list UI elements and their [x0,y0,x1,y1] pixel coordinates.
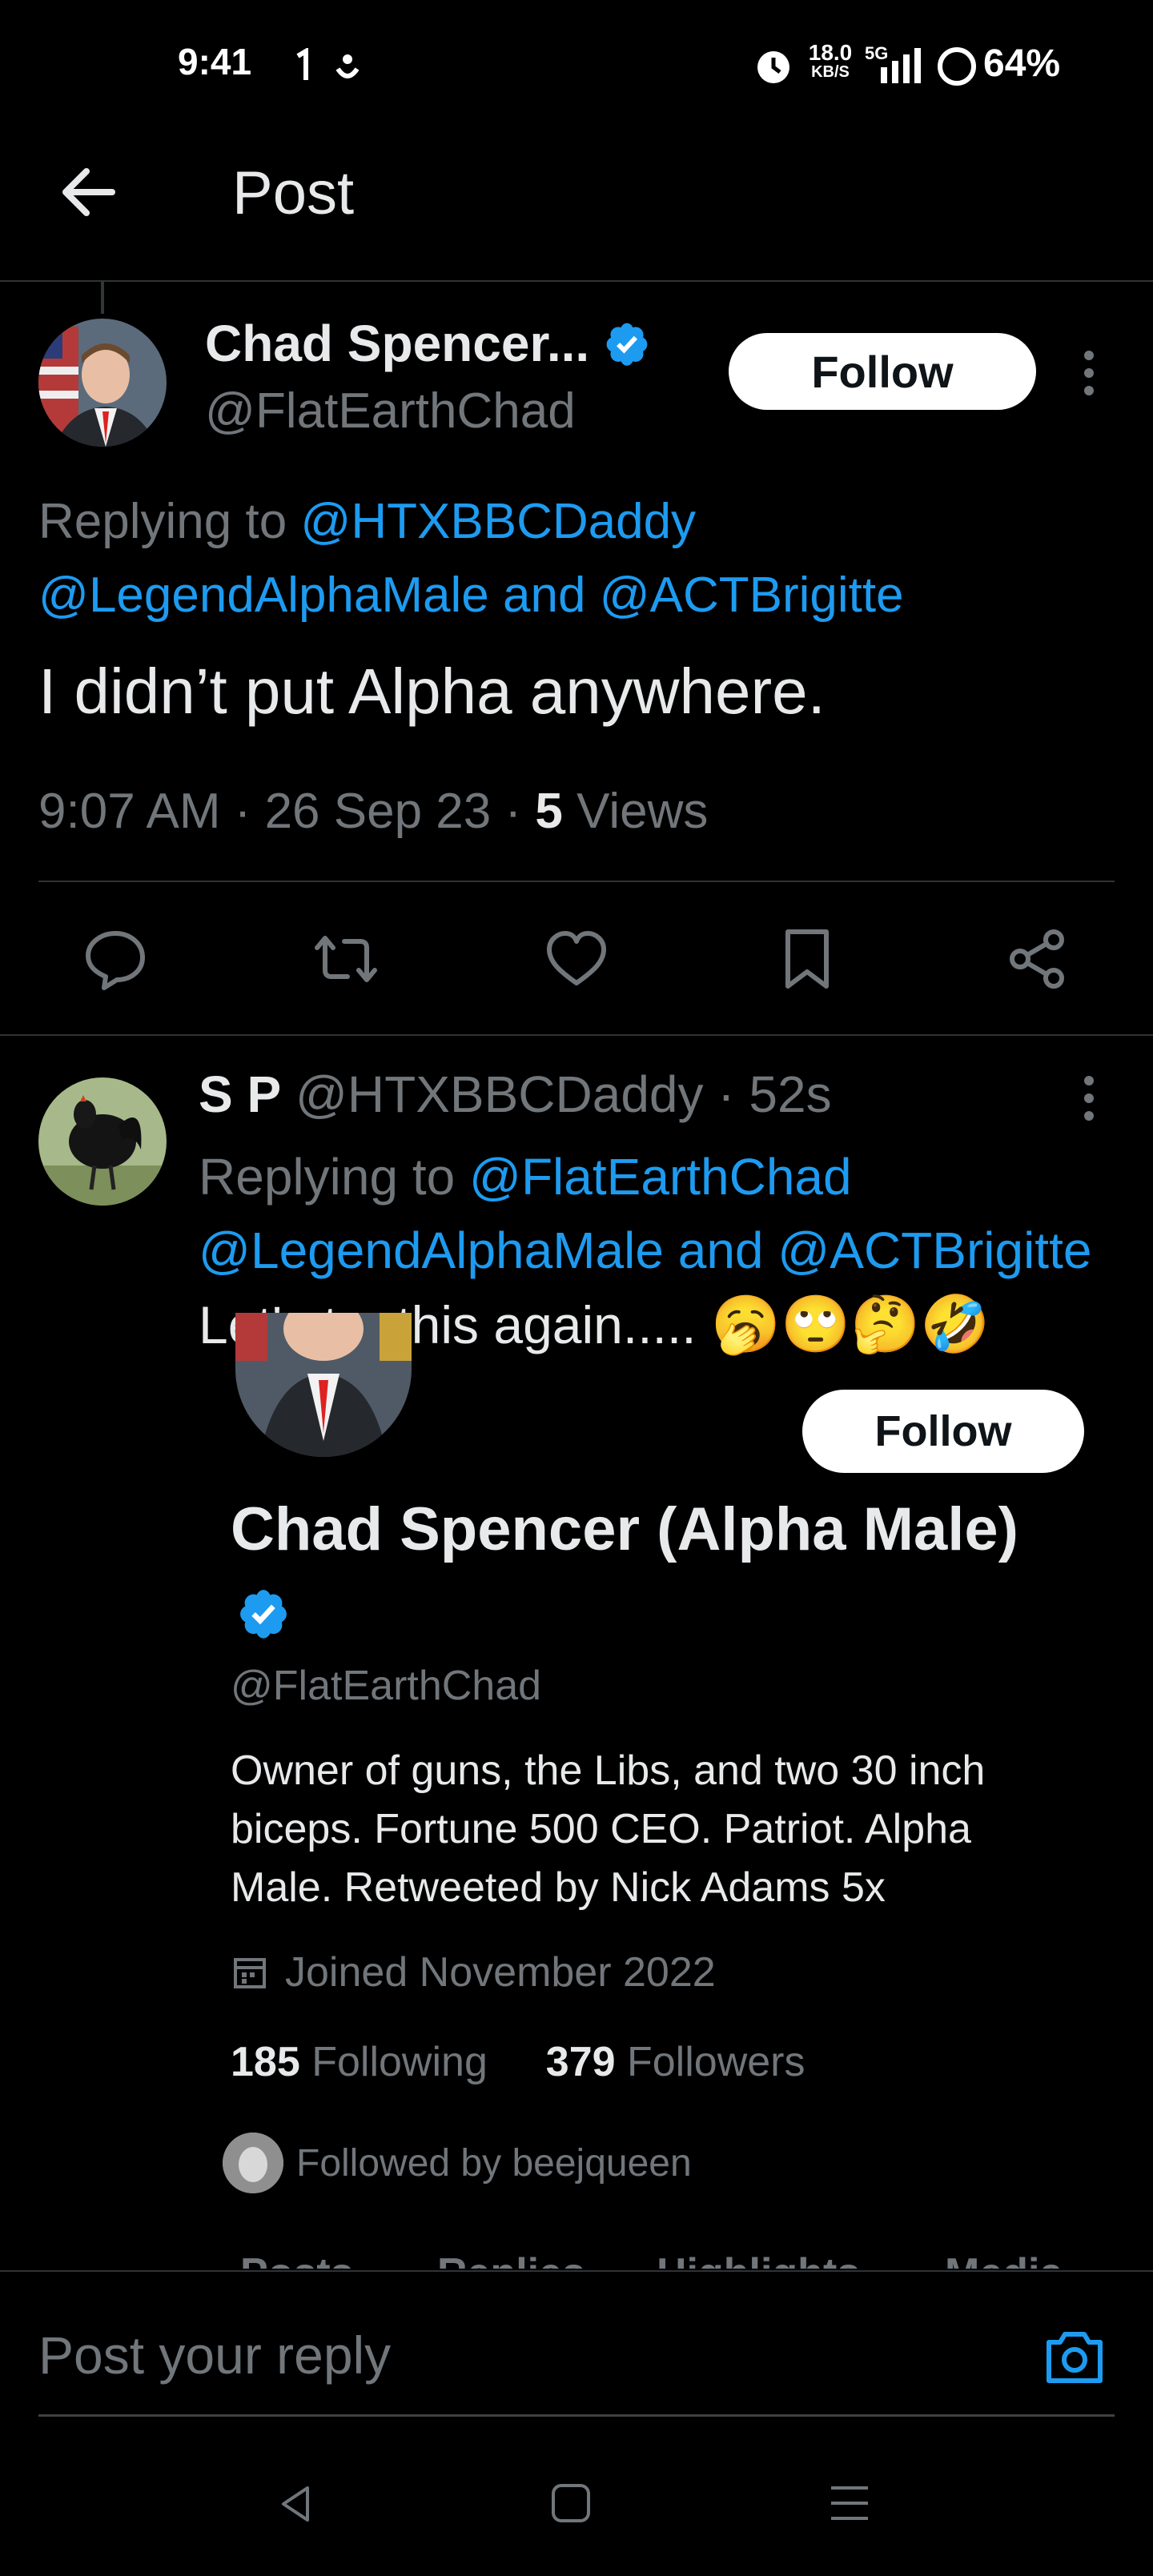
embedded-tabs: Posts Replies Highlights Media [0,2241,1153,2269]
embedded-profile-name: Chad Spencer (Alpha Male) [231,1489,1031,1652]
reply-input[interactable]: Post your reply [38,2325,391,2385]
replying-prefix: Replying to [199,1148,469,1206]
back-arrow-icon[interactable] [56,160,120,224]
mention-link[interactable]: @HTXBBCDaddy [300,494,696,549]
avatar[interactable] [38,1077,167,1206]
embedded-followed-by: Followed by beejqueen [223,2133,692,2193]
share-icon[interactable] [1006,927,1070,991]
embedded-tab: Replies [437,2249,585,2269]
header-divider [0,280,1153,282]
author-name[interactable]: Chad Spencer... [205,314,650,373]
battery-icon [938,47,976,86]
avatar[interactable] [38,319,167,447]
alarm-icon [757,51,789,83]
replying-and: and [663,1222,778,1279]
mention-link[interactable]: @FlatEarthChad [469,1148,852,1206]
thread-line [101,282,104,314]
status-time: 9:41 [178,41,252,82]
reply-icon[interactable] [83,927,147,991]
following-label: Following [299,2039,488,2085]
followed-by-text: Followed by beejqueen [296,2141,692,2185]
mention-link[interactable]: @LegendAlphaMale [38,568,489,623]
mention-link[interactable]: @ACTBrigitte [777,1222,1091,1279]
signal-icon [881,48,921,83]
divider [38,881,1115,882]
replying-and: and [488,568,600,623]
reply-input-underline [38,2414,1115,2417]
views-count: 5 [535,784,563,839]
embedded-follow-button: Follow [802,1390,1084,1473]
embedded-tab: Media [945,2249,1063,2269]
reply-header: S P @HTXBBCDaddy · 52s [199,1065,832,1124]
follow-button[interactable]: Follow [729,333,1036,410]
nav-home-icon[interactable] [549,2482,593,2525]
followers-label: Followers [615,2039,805,2085]
repost-icon[interactable] [314,927,378,991]
divider [0,1034,1153,1036]
embedded-tab: Posts [240,2249,354,2269]
verified-badge-icon [240,1590,287,1639]
following-count: 185 [231,2039,300,2085]
embedded-joined-text: Joined November 2022 [285,1949,716,1996]
embedded-joined: Joined November 2022 [231,1948,716,1996]
author-name-text[interactable]: Chad Spencer... [205,314,589,373]
embedded-profile-avatar [235,1313,412,1457]
reply-composer-bar [0,2270,1153,2576]
more-icon[interactable] [1081,1074,1097,1122]
tweet-timestamp[interactable]: 9:07 AM · 26 Sep 23 · [38,784,535,839]
views-label: Views [562,784,709,839]
embedded-profile-handle: @FlatEarthChad [231,1663,542,1709]
mention-link[interactable]: @LegendAlphaMale [199,1222,664,1279]
tweet-emojis: 🥱🙄🤔🤣 [710,1293,990,1355]
camera-icon[interactable] [1041,2323,1108,2390]
embedded-profile-bio: Owner of guns, the Libs, and two 30 inch… [231,1747,986,1911]
bookmark-icon[interactable] [775,927,839,991]
net-speed: 18.0 KB/S [808,40,853,82]
followers-count: 379 [545,2039,616,2085]
more-icon[interactable] [1081,349,1097,397]
replying-prefix: Replying to [38,494,301,549]
replying-to: Replying to @HTXBBCDaddy @LegendAlphaMal… [38,485,1143,632]
tweet-text: I didn’t put Alpha anywhere. [38,656,826,727]
follower-avatar [223,2133,283,2193]
replying-to: Replying to @FlatEarthChad @LegendAlphaM… [199,1140,1091,1287]
embedded-profile-name-text: Chad Spencer (Alpha Male) [231,1495,1018,1563]
embedded-tab: Highlights [657,2249,860,2269]
battery-percent: 64% [983,42,1061,85]
verified-badge-icon [606,323,648,366]
reply-age: · 52s [703,1065,832,1123]
embedded-follow-stats: 185 Following 379 Followers [231,2038,805,2086]
nav-back-icon[interactable] [272,2480,320,2528]
reply-author-name[interactable]: S P [199,1065,281,1123]
nav-recents-icon[interactable] [825,2478,874,2528]
tweet-meta: 9:07 AM · 26 Sep 23 · 5 Views [38,783,708,840]
calendar-icon [234,1958,266,1988]
notification-icons [296,48,360,80]
author-handle[interactable]: @FlatEarthChad [205,383,576,439]
like-icon[interactable] [544,927,609,991]
reply-author-handle[interactable]: @HTXBBCDaddy [295,1065,704,1123]
mention-link[interactable]: @ACTBrigitte [600,568,904,623]
page-title: Post [232,159,355,227]
